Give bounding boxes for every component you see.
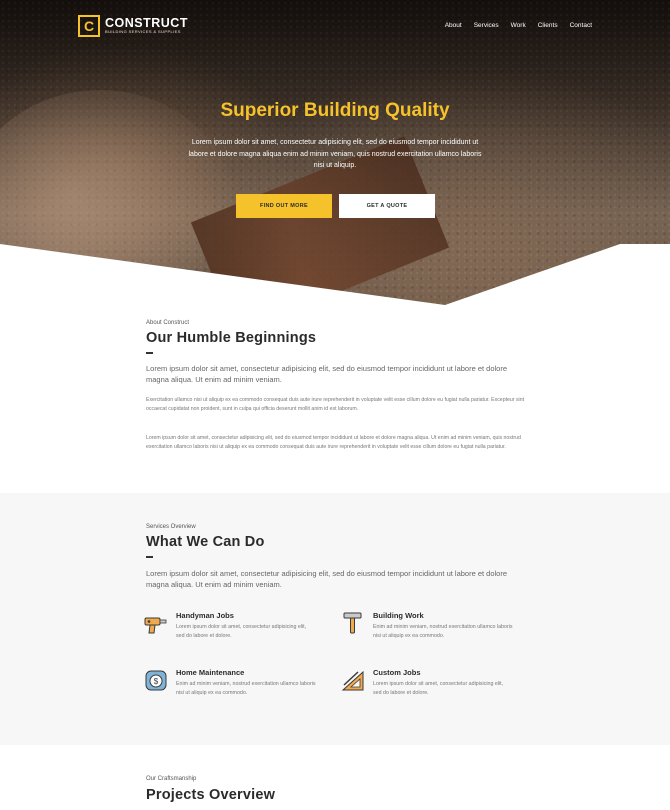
about-title: Our Humble Beginnings — [146, 330, 317, 346]
services-title: What We Can Do — [146, 534, 265, 550]
nav-item-work[interactable]: Work — [511, 22, 526, 29]
hero-subtitle: Lorem ipsum dolor sit amet, consectetur … — [188, 139, 482, 169]
service-text: Enim ad minim veniam, nostrud exercitati… — [373, 624, 513, 639]
service-title: Handyman Jobs — [176, 611, 234, 620]
about-title-underline — [146, 352, 153, 354]
find-out-more-button[interactable]: FIND OUT MORE — [236, 194, 332, 218]
about-lead: Lorem ipsum dolor sit amet, consectetur … — [146, 364, 508, 384]
about-kicker: About Construct — [146, 320, 190, 326]
brand-name: CONSTRUCT — [105, 16, 188, 30]
about-paragraph-1: Exercitation ullamco nisi ut aliquip ex … — [146, 397, 525, 412]
services-kicker: Services Overview — [146, 524, 196, 530]
nav-item-contact[interactable]: Contact — [570, 22, 592, 29]
service-text: Enim ad minim veniam, nostrud exercitati… — [176, 681, 316, 696]
get-a-quote-button[interactable]: GET A QUOTE — [339, 194, 435, 218]
meter-icon: $ — [145, 670, 167, 691]
brand-tagline: BUILDING SERVICES & SUPPLIES — [105, 29, 181, 34]
service-text: Lorem ipsum dolor sit amet, consectetur … — [176, 624, 307, 639]
about-section: About Construct Our Humble Beginnings Lo… — [0, 305, 670, 493]
main-nav: About Services Work Clients Contact — [445, 22, 592, 29]
svg-text:$: $ — [154, 677, 159, 686]
nav-item-about[interactable]: About — [445, 22, 462, 29]
services-section: Services Overview What We Can Do Lorem i… — [0, 493, 670, 745]
projects-section: Our Craftsmanship Projects Overview — [0, 745, 670, 810]
hammer-icon — [343, 612, 362, 634]
brand-logo[interactable]: C CONSTRUCT BUILDING SERVICES & SUPPLIES — [78, 15, 188, 37]
nav-item-clients[interactable]: Clients — [538, 22, 558, 29]
drill-icon — [144, 617, 167, 634]
services-title-underline — [146, 556, 153, 558]
nav-item-services[interactable]: Services — [474, 22, 499, 29]
service-title: Home Maintenance — [176, 668, 245, 677]
projects-kicker: Our Craftsmanship — [146, 776, 197, 782]
logo-mark: C — [78, 15, 100, 37]
hero-title: Superior Building Quality — [220, 100, 450, 121]
ruler-triangle-icon — [341, 670, 364, 691]
service-title: Custom Jobs — [373, 668, 421, 677]
logo-letter: C — [83, 18, 95, 34]
service-text: Lorem ipsum dolor sit amet, consectetur … — [373, 681, 504, 696]
about-paragraph-2: Lorem ipsum dolor sit amet, consectetur … — [146, 435, 521, 450]
service-title: Building Work — [373, 611, 424, 620]
hero-section: C CONSTRUCT BUILDING SERVICES & SUPPLIES… — [0, 0, 670, 305]
projects-title: Projects Overview — [146, 787, 276, 803]
services-lead: Lorem ipsum dolor sit amet, consectetur … — [146, 569, 508, 589]
